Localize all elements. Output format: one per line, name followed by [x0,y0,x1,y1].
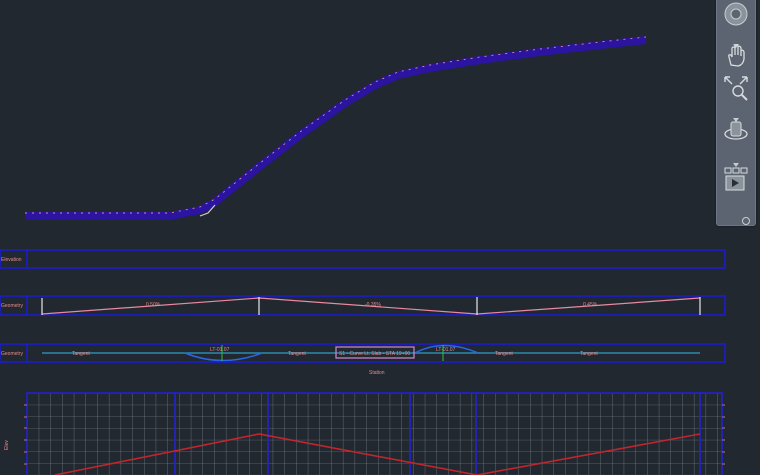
segment-label: Tangent [288,351,306,357]
curve-label: LT-01.07 [436,347,456,353]
navigation-bar[interactable] [716,0,756,226]
slope-label: 0.50% [146,302,161,308]
segment-label: Tangent [72,351,90,357]
profile-polyline[interactable] [25,36,647,220]
slope-label: -0.35% [365,302,381,308]
model-space-canvas[interactable]: Elevation Geometry 0.50% -0.35% 0.45% Ge… [0,0,760,475]
callout-text: S1 - Curve Lt. Slab - STA 19+00 [339,351,410,357]
segment-label: Tangent [495,351,513,357]
pan-hand-icon[interactable] [719,39,753,73]
chevron-down-icon[interactable] [733,33,739,48]
curve-label: LT-01.07 [210,347,230,353]
geometry-band[interactable]: Geometry 0.50% -0.35% 0.45% [0,295,726,316]
navbar-options-icon[interactable] [741,211,751,225]
alignment-band-label: Geometry [1,351,23,357]
elevation-band[interactable]: Elevation [0,249,726,269]
segment-label: Tangent [580,351,598,357]
slope-label: 0.45% [583,302,598,308]
chevron-down-icon[interactable] [733,107,739,122]
alignment-band[interactable]: Geometry LT-01.07 LT-01.07 Tangent Tange… [0,343,726,376]
profile-grid[interactable]: Elev [4,392,725,475]
grid-axis-label: Elev [4,440,10,450]
geometry-band-label: Geometry [1,303,23,309]
elevation-band-label: Elevation [1,257,22,263]
station-caption: Station [369,370,385,376]
orbit-icon[interactable] [719,115,753,149]
steering-wheel-icon[interactable] [719,0,753,31]
chevron-down-icon[interactable] [733,152,739,167]
zoom-extents-icon[interactable] [719,71,753,105]
showmotion-icon[interactable] [719,163,753,197]
